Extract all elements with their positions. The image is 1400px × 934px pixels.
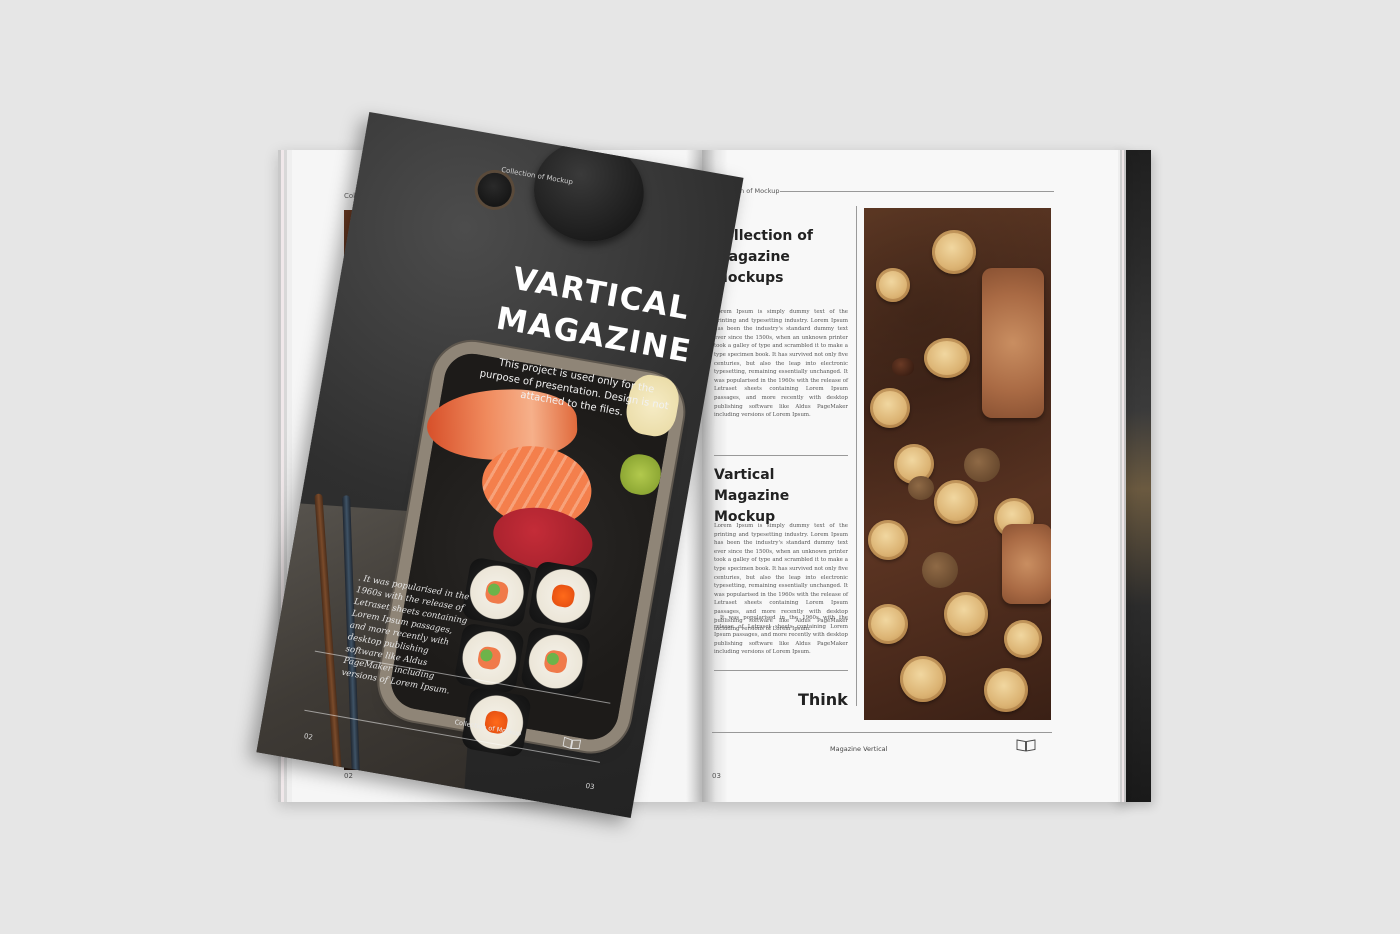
cookie (900, 656, 946, 702)
date (892, 358, 914, 376)
cookie (870, 388, 910, 428)
magazine-spread-scene: Collection o 02 Collection of Mockup Col… (0, 0, 1400, 934)
sushi-roll (519, 625, 592, 698)
cover-quote: . It was popularised in the 1960s with t… (340, 573, 471, 697)
cookie (932, 230, 976, 274)
cover-page-number-right: 03 (584, 781, 596, 792)
cookie (944, 592, 988, 636)
cover-title: Vartical Magazine (493, 260, 695, 371)
book-icon (562, 736, 582, 749)
cookie (1004, 620, 1042, 658)
wooden-mold (1002, 524, 1051, 604)
footer-rule (712, 732, 1052, 733)
body-text-3: . It was popularised in the 1960s with t… (714, 615, 848, 656)
wooden-mold (982, 268, 1044, 418)
section-rule (714, 670, 848, 671)
sushi-roll (527, 560, 600, 632)
footer-text: Magazine Vertical (830, 745, 888, 753)
heading-vartical: Vartical Magazine Mockup (714, 467, 790, 525)
walnut (922, 552, 958, 588)
cookie (876, 268, 910, 302)
column-divider (856, 206, 857, 706)
teacup (474, 170, 515, 210)
cover-page-number-left: 02 (303, 732, 314, 742)
cookie (868, 604, 908, 644)
cookie (934, 480, 978, 524)
section-rule (714, 455, 848, 456)
cookies-photo (864, 208, 1051, 720)
body-text-1: Lorem Ipsum is simply dummy text of the … (714, 309, 848, 419)
cookie (924, 338, 970, 378)
header-rule (780, 191, 1054, 192)
book-icon (1016, 739, 1036, 752)
walnut (964, 448, 1000, 482)
walnut (908, 476, 934, 500)
pull-word: Think (798, 690, 848, 709)
right-page: Collection of Mockup Collection of magaz… (702, 150, 1126, 802)
heading-collection: Collection of magazine Mockups (714, 228, 813, 286)
left-page-number: 02 (344, 772, 353, 780)
right-page-edge (1118, 150, 1126, 802)
cookie (868, 520, 908, 560)
cookie (984, 668, 1028, 712)
